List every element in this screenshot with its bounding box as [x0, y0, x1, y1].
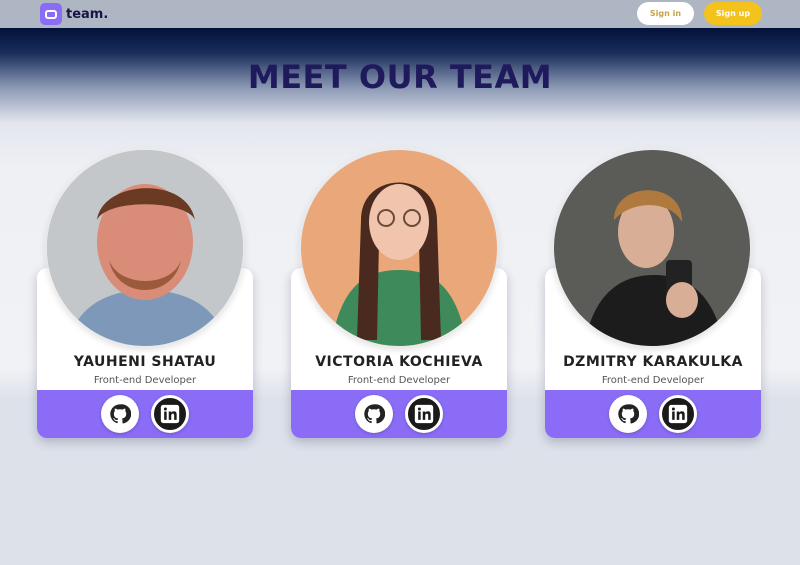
- member-role: Front-end Developer: [347, 375, 451, 386]
- member-photo: [47, 150, 243, 346]
- member-name: YAUHENI SHATAU: [73, 354, 217, 370]
- sign-up-button[interactable]: Sign up: [704, 2, 762, 25]
- sign-in-button[interactable]: Sign in: [637, 2, 694, 25]
- member-photo: [301, 150, 497, 346]
- linkedin-link[interactable]: [405, 395, 443, 433]
- card-footer: [37, 390, 253, 438]
- member-role: Front-end Developer: [93, 375, 197, 386]
- github-icon: [110, 404, 131, 424]
- card-footer: [545, 390, 761, 438]
- linkedin-icon: [160, 404, 180, 424]
- member-name: DZMITRY KARAKULKA: [563, 354, 743, 370]
- github-icon: [618, 404, 639, 424]
- linkedin-link[interactable]: [659, 395, 697, 433]
- linkedin-link[interactable]: [151, 395, 189, 433]
- member-name: VICTORIA KOCHIEVA: [315, 354, 483, 370]
- github-link[interactable]: [355, 395, 393, 433]
- linkedin-icon: [668, 404, 688, 424]
- top-navbar: team. Sign in Sign up: [0, 0, 800, 28]
- logo-text: team.: [66, 6, 109, 22]
- linkedin-icon: [414, 404, 434, 424]
- member-role: Front-end Developer: [601, 375, 705, 386]
- github-link[interactable]: [101, 395, 139, 433]
- github-link[interactable]: [609, 395, 647, 433]
- member-photo: [554, 150, 750, 346]
- card-footer: [291, 390, 507, 438]
- logo[interactable]: team.: [40, 3, 108, 25]
- page-title: MEET OUR TEAM: [247, 58, 553, 96]
- logo-icon: [40, 3, 62, 25]
- github-icon: [364, 404, 385, 424]
